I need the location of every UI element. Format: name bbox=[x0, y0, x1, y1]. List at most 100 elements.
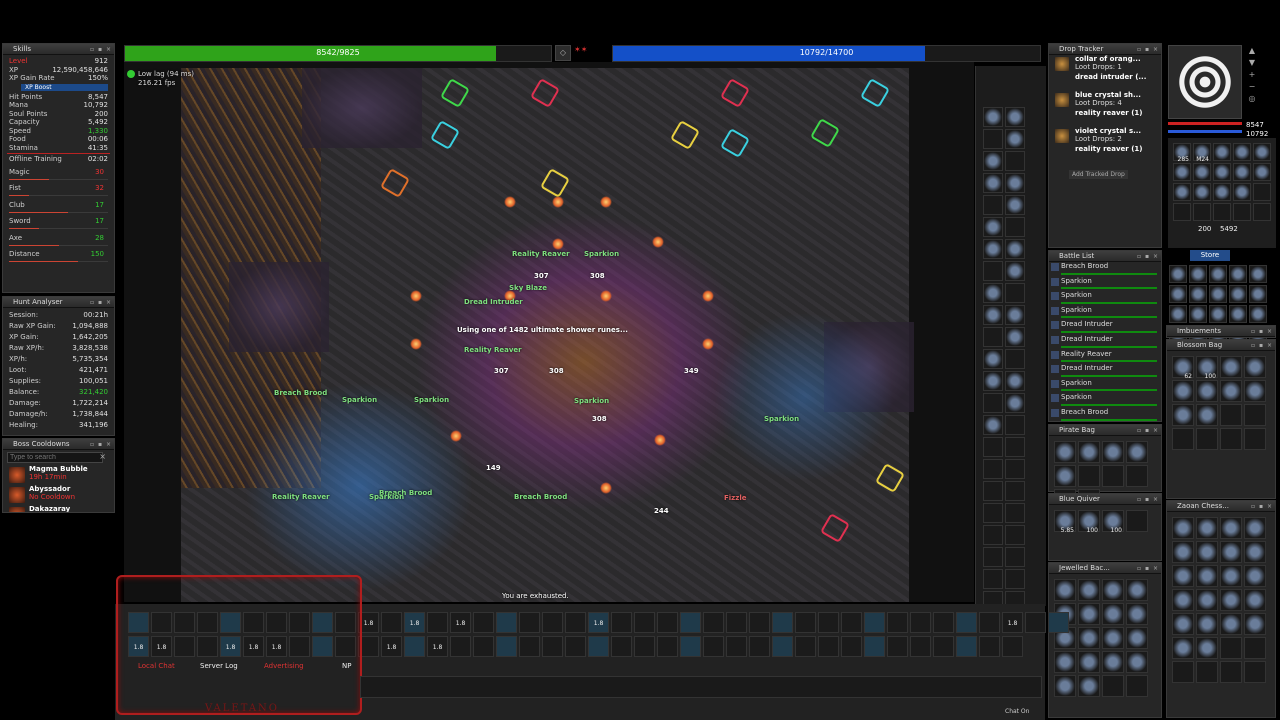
hotkey-slot[interactable] bbox=[565, 612, 586, 633]
bag-slot[interactable] bbox=[1229, 265, 1247, 283]
battle-entry[interactable]: Sparkion bbox=[1049, 277, 1161, 292]
hotkey-slot[interactable] bbox=[611, 636, 632, 657]
bag-slot[interactable]: 62 bbox=[1172, 356, 1194, 380]
bag-slot[interactable] bbox=[1244, 428, 1266, 450]
battle-entry[interactable]: Reality Reaver bbox=[1049, 350, 1161, 365]
bag-slot[interactable] bbox=[1229, 305, 1247, 323]
hotkey-slot[interactable] bbox=[933, 612, 954, 633]
bag-slot[interactable] bbox=[1244, 661, 1266, 683]
bag-slot[interactable]: 100 bbox=[1196, 356, 1218, 380]
hotkey-slot[interactable]: 1.8 bbox=[404, 612, 425, 633]
bag-slot[interactable] bbox=[1196, 380, 1218, 402]
inventory-slot[interactable] bbox=[983, 327, 1003, 347]
hotkey-slot[interactable]: 1.8 bbox=[427, 636, 448, 657]
blue-quiver-title[interactable]: Blue Quiver ▫ ▪ × bbox=[1049, 494, 1161, 505]
hotkey-slot[interactable] bbox=[933, 636, 954, 657]
hotkey-slot[interactable] bbox=[772, 636, 793, 657]
clear-search-icon[interactable]: × bbox=[99, 452, 106, 461]
bag-slot[interactable] bbox=[1220, 661, 1242, 683]
bag-slot[interactable] bbox=[1209, 285, 1227, 303]
hotkey-slot[interactable] bbox=[381, 612, 402, 633]
inventory-slot[interactable] bbox=[1005, 525, 1025, 545]
chat-tab-advertising[interactable]: Advertising bbox=[264, 662, 304, 671]
inventory-slot[interactable] bbox=[1005, 503, 1025, 523]
bag-slot[interactable] bbox=[1253, 183, 1271, 201]
hotkey-slot[interactable] bbox=[657, 612, 678, 633]
bag-slot[interactable] bbox=[1253, 203, 1271, 221]
hotkey-slot[interactable] bbox=[864, 636, 885, 657]
hotkey-slot[interactable] bbox=[726, 636, 747, 657]
bag-slot[interactable] bbox=[1102, 465, 1124, 487]
hotkey-slot[interactable] bbox=[450, 636, 471, 657]
bag-slot[interactable] bbox=[1173, 163, 1191, 181]
inventory-slot[interactable] bbox=[983, 569, 1003, 589]
hotkey-slot[interactable] bbox=[1048, 612, 1069, 633]
bag-slot[interactable] bbox=[1078, 441, 1100, 463]
bag-slot[interactable] bbox=[1054, 441, 1076, 463]
bag-slot[interactable] bbox=[1172, 637, 1194, 659]
hotkey-slot[interactable]: 1.8 bbox=[381, 636, 402, 657]
bag-slot[interactable] bbox=[1054, 651, 1076, 673]
battle-list-title[interactable]: Battle List ▫ ▪ × bbox=[1049, 251, 1161, 262]
hotkey-slot[interactable] bbox=[956, 636, 977, 657]
bag-slot[interactable] bbox=[1244, 589, 1266, 611]
inventory-slot[interactable] bbox=[1005, 459, 1025, 479]
chat-tab-npc[interactable]: NP bbox=[342, 662, 351, 671]
hotkey-slot[interactable] bbox=[818, 612, 839, 633]
bag-slot[interactable] bbox=[1102, 579, 1124, 601]
inventory-slot[interactable] bbox=[1005, 195, 1025, 215]
hotkey-slot[interactable]: 1.8 bbox=[450, 612, 471, 633]
hotkey-slot[interactable] bbox=[864, 612, 885, 633]
hotkey-slot[interactable]: 1.8 bbox=[588, 612, 609, 633]
hotkey-slot[interactable] bbox=[542, 636, 563, 657]
bag-slot[interactable] bbox=[1169, 285, 1187, 303]
inventory-slot[interactable] bbox=[1005, 547, 1025, 567]
hotkey-slot[interactable] bbox=[611, 612, 632, 633]
blossom-bag-title[interactable]: Blossom Bag ▫ ▪ × bbox=[1167, 340, 1275, 351]
bag-slot[interactable] bbox=[1193, 183, 1211, 201]
bag-slot[interactable] bbox=[1126, 510, 1148, 532]
bag-slot[interactable] bbox=[1196, 565, 1218, 587]
bag-slot[interactable] bbox=[1169, 305, 1187, 323]
bag-slot[interactable] bbox=[1249, 305, 1267, 323]
battle-entry[interactable]: Sparkion bbox=[1049, 379, 1161, 394]
bag-slot[interactable] bbox=[1078, 603, 1100, 625]
bag-slot[interactable] bbox=[1189, 285, 1207, 303]
bag-slot[interactable] bbox=[1233, 183, 1251, 201]
hotkey-slot[interactable] bbox=[841, 612, 862, 633]
bag-slot[interactable] bbox=[1172, 404, 1194, 426]
hotkey-slot[interactable] bbox=[795, 612, 816, 633]
hotkey-slot[interactable] bbox=[979, 636, 1000, 657]
hotkey-slot[interactable] bbox=[588, 636, 609, 657]
hotkey-slot[interactable] bbox=[703, 612, 724, 633]
chat-on-button[interactable]: Chat On bbox=[1005, 708, 1029, 715]
bag-slot[interactable] bbox=[1196, 404, 1218, 426]
inventory-slot[interactable] bbox=[983, 261, 1003, 281]
hotkey-slot[interactable] bbox=[795, 636, 816, 657]
bag-slot[interactable] bbox=[1173, 203, 1191, 221]
bag-slot[interactable] bbox=[1172, 380, 1194, 402]
drop-tracker-title[interactable]: Drop Tracker ▫ ▪ × bbox=[1049, 44, 1161, 55]
hotkey-slot[interactable] bbox=[542, 612, 563, 633]
bag-slot[interactable] bbox=[1229, 285, 1247, 303]
bag-slot[interactable] bbox=[1220, 565, 1242, 587]
inventory-slot[interactable] bbox=[983, 173, 1003, 193]
inventory-slot[interactable] bbox=[983, 151, 1003, 171]
minimap[interactable] bbox=[1168, 45, 1242, 119]
bag-slot[interactable] bbox=[1126, 441, 1148, 463]
bag-slot[interactable] bbox=[1213, 163, 1231, 181]
hotkey-slot[interactable] bbox=[473, 636, 494, 657]
bag-slot[interactable] bbox=[1054, 675, 1076, 697]
bag-slot[interactable] bbox=[1196, 637, 1218, 659]
bag-slot[interactable] bbox=[1102, 627, 1124, 649]
inventory-slot[interactable] bbox=[983, 195, 1003, 215]
inventory-slot[interactable] bbox=[983, 349, 1003, 369]
hotkey-slot[interactable] bbox=[680, 612, 701, 633]
pirate-bag-title[interactable]: Pirate Bag ▫ ▪ × bbox=[1049, 425, 1161, 436]
bag-slot[interactable] bbox=[1220, 637, 1242, 659]
inventory-slot[interactable] bbox=[983, 283, 1003, 303]
bag-slot[interactable] bbox=[1244, 613, 1266, 635]
bag-slot[interactable] bbox=[1126, 465, 1148, 487]
bag-slot[interactable] bbox=[1126, 675, 1148, 697]
bag-slot[interactable]: 100 bbox=[1102, 510, 1124, 534]
